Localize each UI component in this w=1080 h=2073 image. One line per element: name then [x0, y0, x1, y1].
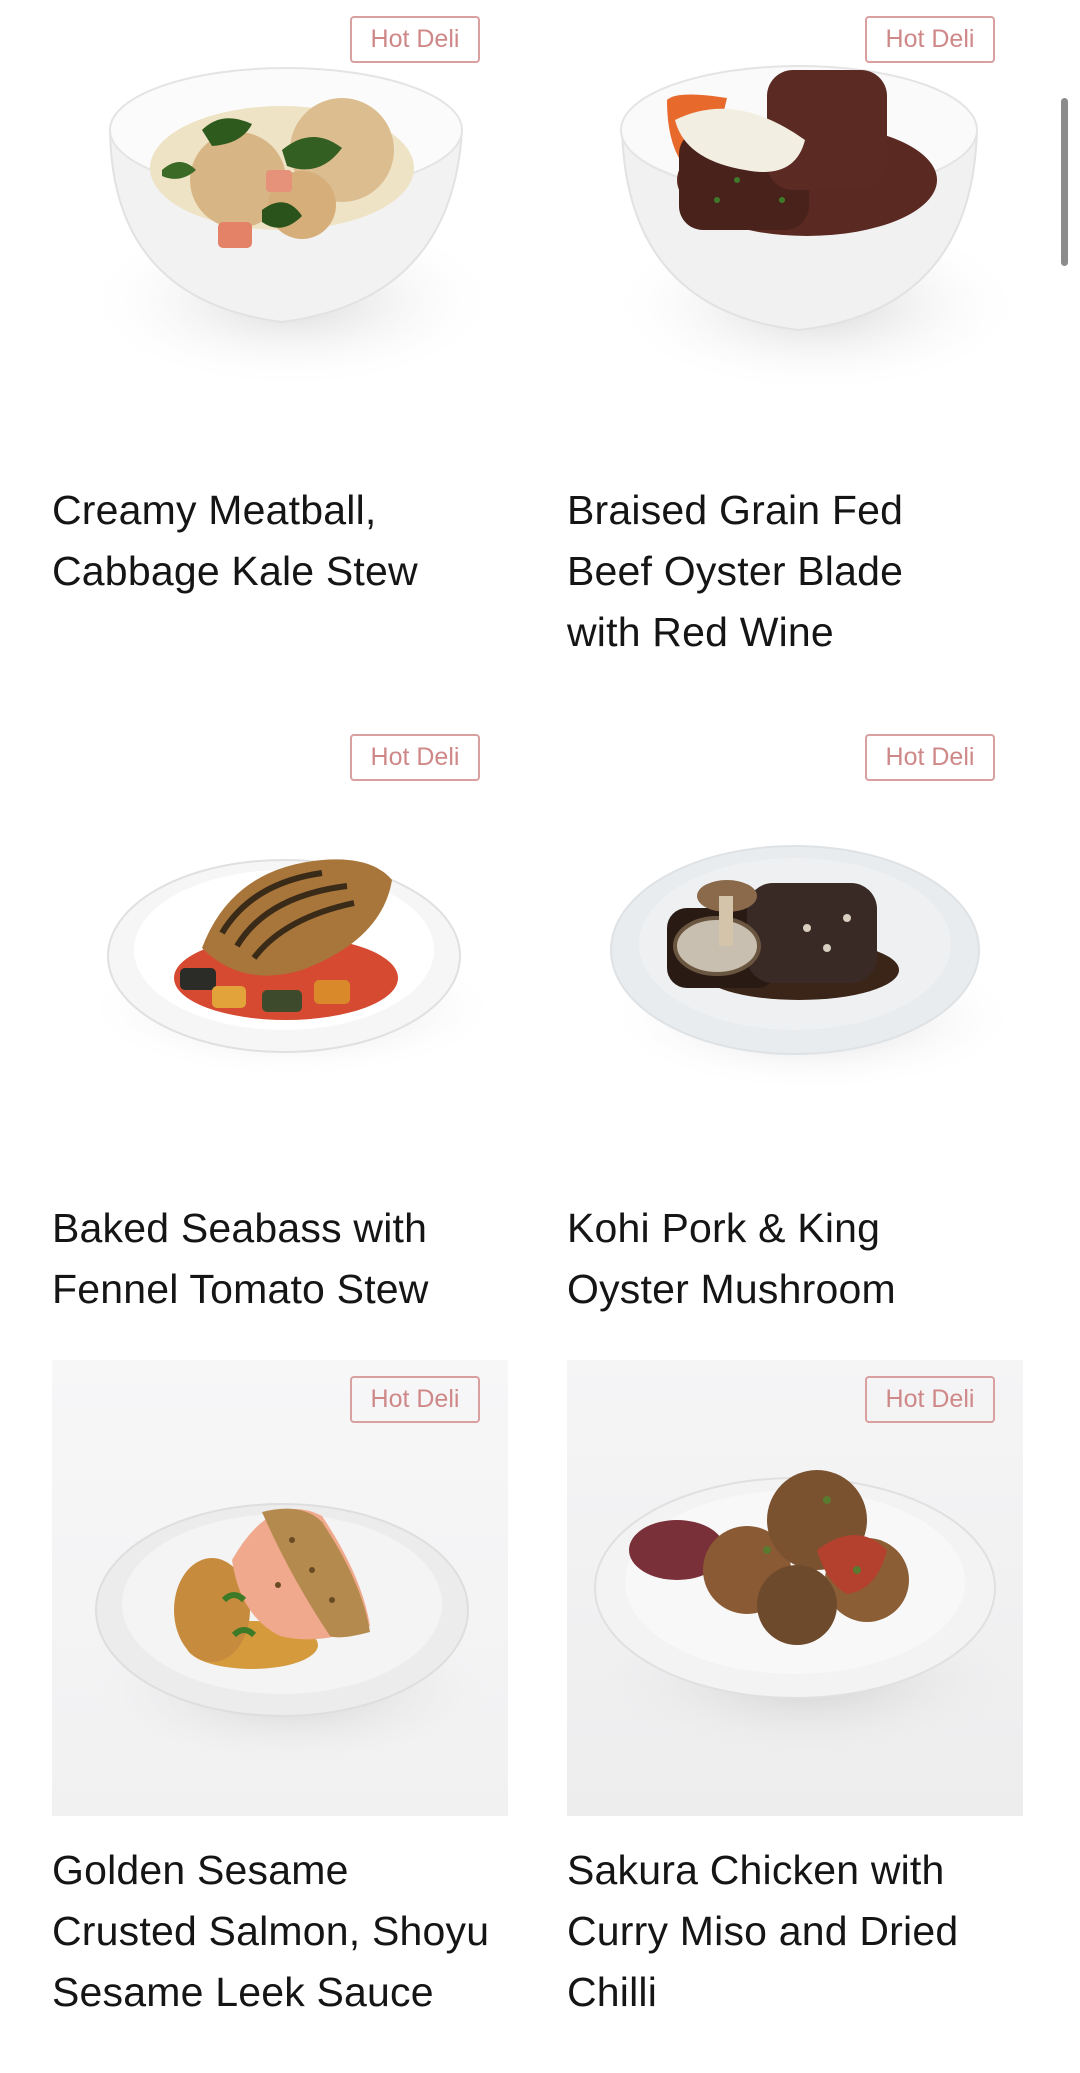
product-card[interactable]: Hot Deli Creamy Meatball, Cabbage Kale S… — [52, 0, 508, 602]
seabass-plate-image — [82, 859, 502, 1078]
product-card[interactable]: Hot Deli Kohi Pork & King Oyster Mushroo… — [567, 718, 1023, 1320]
hot-deli-badge: Hot Deli — [350, 1376, 480, 1423]
product-name[interactable]: Golden Sesame Crusted Salmon, Shoyu Sesa… — [52, 1840, 492, 2023]
hot-deli-badge: Hot Deli — [865, 734, 995, 781]
hot-deli-badge: Hot Deli — [865, 1376, 995, 1423]
meatball-stew-bowl-image — [82, 67, 502, 390]
product-name[interactable]: Kohi Pork & King Oyster Mushroom — [567, 1198, 987, 1320]
hot-deli-badge: Hot Deli — [865, 16, 995, 63]
product-card[interactable]: Hot Deli Braised Grain Fed Beef Oyster B… — [567, 0, 1023, 663]
braised-beef-bowl-image — [607, 65, 1023, 395]
product-name[interactable]: Braised Grain Fed Beef Oyster Blade with… — [567, 480, 987, 663]
product-card[interactable]: Hot Deli Baked Seabass with Fennel Tomat… — [52, 718, 508, 1320]
product-photo[interactable]: Hot Deli — [52, 0, 508, 456]
scrollbar[interactable] — [1061, 98, 1068, 266]
product-photo[interactable]: Hot Deli — [567, 0, 1023, 456]
product-card[interactable]: Hot Deli Sakura Chicken with Curry Miso … — [567, 1360, 1023, 2023]
product-name[interactable]: Creamy Meatball, Cabbage Kale Stew — [52, 480, 472, 602]
product-grid-page: Hot Deli Creamy Meatball, Cabbage Kale S… — [0, 0, 1080, 2073]
pork-mushroom-plate-image — [603, 845, 1023, 1092]
product-name[interactable]: Sakura Chicken with Curry Miso and Dried… — [567, 1840, 1007, 2023]
product-photo[interactable]: Hot Deli — [567, 1360, 1023, 1816]
product-photo[interactable]: Hot Deli — [567, 718, 1023, 1174]
product-card[interactable]: Hot Deli Golden Sesame Crusted Salmon, S… — [52, 1360, 508, 2023]
salmon-plate-image — [82, 1503, 502, 1770]
chicken-plate-image — [594, 1470, 1017, 1760]
product-photo[interactable]: Hot Deli — [52, 1360, 508, 1816]
hot-deli-badge: Hot Deli — [350, 734, 480, 781]
product-photo[interactable]: Hot Deli — [52, 718, 508, 1174]
product-name[interactable]: Baked Seabass with Fennel Tomato Stew — [52, 1198, 482, 1320]
hot-deli-badge: Hot Deli — [350, 16, 480, 63]
